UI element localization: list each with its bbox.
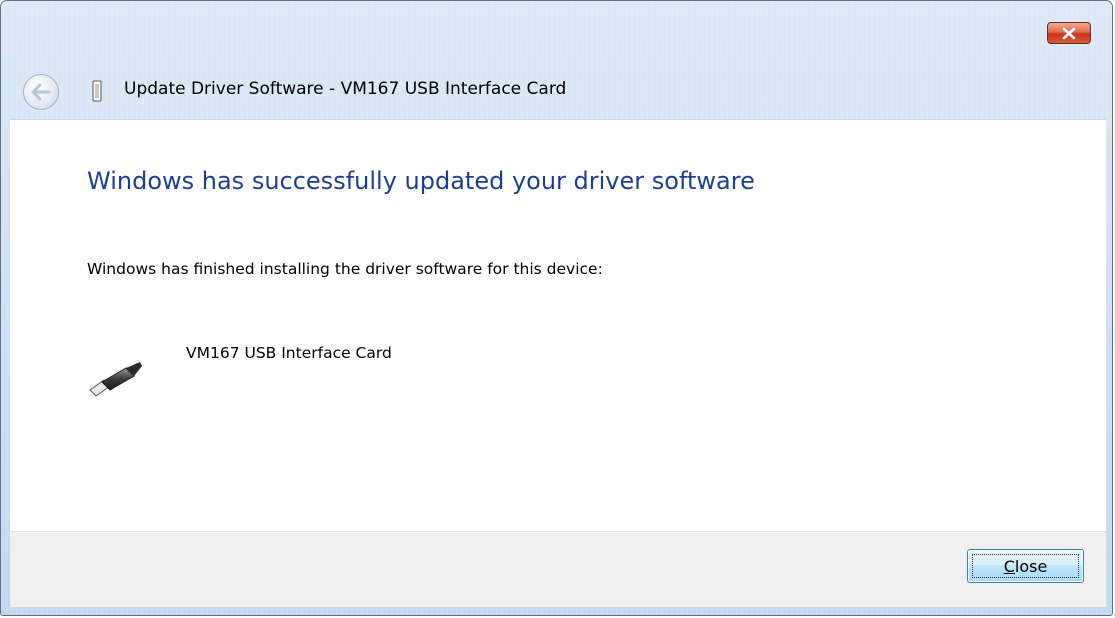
close-button[interactable]: Close	[967, 549, 1084, 583]
close-button-label: Close	[1004, 557, 1048, 576]
usb-plug-icon	[89, 362, 142, 397]
close-label-rest: lose	[1014, 556, 1048, 576]
close-accelerator: C	[1003, 556, 1015, 576]
usb-device-icon	[92, 80, 102, 102]
window-title: Update Driver Software - VM167 USB Inter…	[124, 79, 567, 99]
close-x-icon	[1062, 27, 1076, 39]
description-text: Windows has finished installing the driv…	[87, 260, 603, 278]
back-button[interactable]	[23, 74, 59, 110]
window-close-button[interactable]	[1047, 22, 1091, 44]
content-panel: Windows has successfully updated your dr…	[10, 119, 1106, 532]
back-arrow-icon	[31, 83, 51, 101]
device-name: VM167 USB Interface Card	[186, 344, 392, 362]
dialog-window: Update Driver Software - VM167 USB Inter…	[0, 0, 1113, 616]
success-headline: Windows has successfully updated your dr…	[87, 167, 755, 195]
footer-bar: Close	[10, 531, 1106, 607]
